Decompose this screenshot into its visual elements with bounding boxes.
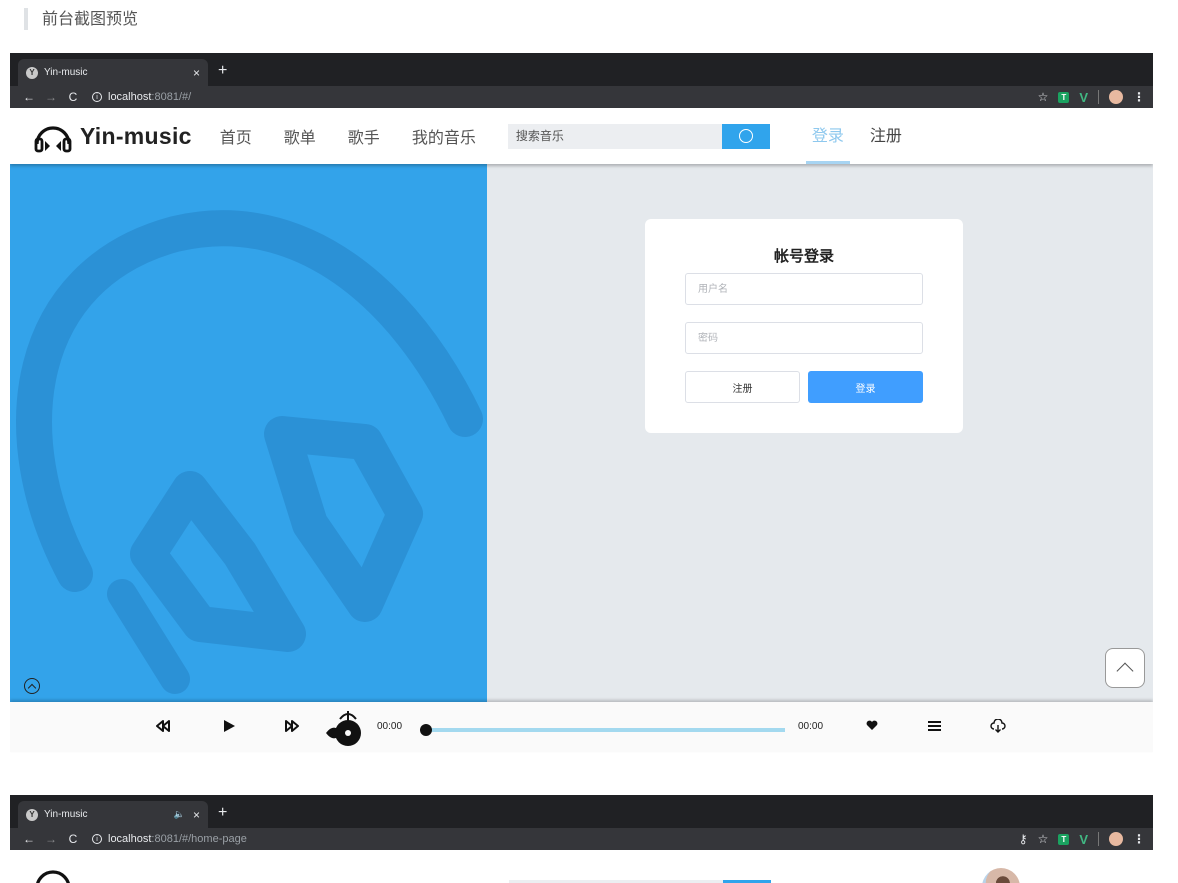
password-key-icon[interactable]: ⚷	[1019, 832, 1028, 846]
download-cloud-icon[interactable]	[990, 719, 1006, 733]
login-card: 帐号登录 注册 登录	[645, 219, 963, 433]
search-input[interactable]	[507, 123, 722, 149]
tab-title: Yin-music	[44, 67, 88, 78]
app-logo[interactable]: Yin-music	[32, 118, 192, 154]
search-box	[507, 123, 770, 149]
password-field[interactable]	[685, 322, 923, 354]
tab-close-icon[interactable]: ×	[193, 66, 200, 80]
app-logo[interactable]	[32, 862, 74, 883]
search-icon	[738, 129, 753, 143]
form-panel: 帐号登录 注册 登录	[487, 164, 1153, 702]
nav-singers[interactable]: 歌手	[348, 124, 380, 148]
new-tab-button[interactable]: +	[218, 61, 227, 81]
site-info-icon[interactable]: i	[92, 834, 102, 844]
previous-track-icon[interactable]	[156, 719, 170, 733]
yin-music-favicon-icon: Y	[26, 66, 38, 79]
headphones-watermark-icon	[16, 210, 483, 694]
total-time: 00:00	[798, 721, 824, 732]
nav-register[interactable]: 注册	[864, 108, 908, 164]
login-page: 帐号登录 注册 登录	[10, 164, 1153, 702]
next-track-icon[interactable]	[285, 719, 299, 733]
scroll-up-icon[interactable]	[24, 678, 40, 694]
tampermonkey-icon[interactable]: T	[1058, 833, 1070, 845]
current-time: 00:00	[377, 721, 403, 732]
vue-devtools-icon[interactable]: V	[1079, 90, 1088, 105]
toolbar-divider	[1098, 90, 1099, 104]
album-cover-icon[interactable]	[324, 707, 366, 749]
username-field[interactable]	[685, 273, 923, 305]
url-host: localhost	[108, 91, 152, 103]
site-info-icon[interactable]: i	[92, 92, 102, 102]
browser-window-home: Y Yin-music 🔈 × + ← → C i localhost :808…	[10, 795, 1153, 883]
user-avatar[interactable]	[982, 868, 1020, 883]
extensions-area: ☆ T V ⋮	[1038, 90, 1145, 105]
reload-icon[interactable]: C	[62, 90, 84, 104]
tab-close-icon[interactable]: ×	[193, 808, 200, 822]
progress-handle[interactable]	[420, 724, 432, 736]
nav-home[interactable]: 首页	[220, 124, 252, 148]
tab-title: Yin-music	[44, 809, 88, 820]
url-field[interactable]: i localhost :8081/#/home-page	[92, 833, 247, 845]
browser-menu-icon[interactable]: ⋮	[1133, 90, 1145, 104]
brand-panel	[10, 164, 487, 702]
progress-bar[interactable]	[427, 728, 785, 732]
new-tab-button[interactable]: +	[218, 803, 227, 823]
bookmark-star-icon[interactable]: ☆	[1038, 90, 1049, 104]
register-button[interactable]: 注册	[685, 371, 800, 403]
main-nav: 首页 歌单 歌手 我的音乐	[220, 124, 508, 148]
url-host: localhost	[108, 833, 152, 845]
forward-icon[interactable]: →	[40, 832, 62, 846]
browser-tab[interactable]: Y Yin-music 🔈 ×	[18, 801, 208, 828]
back-icon[interactable]: ←	[18, 832, 40, 846]
nav-login[interactable]: 登录	[805, 108, 850, 164]
tampermonkey-icon[interactable]: T	[1058, 91, 1070, 103]
reload-icon[interactable]: C	[62, 832, 84, 846]
browser-window-login: Y Yin-music × + ← → C i localhost :8081/…	[10, 53, 1153, 768]
address-bar: ← → C i localhost :8081/#/ ☆ T V ⋮	[10, 86, 1153, 108]
url-path: :8081/#/	[151, 91, 192, 103]
logo-text: Yin-music	[80, 122, 192, 149]
tab-strip: Y Yin-music 🔈 × +	[10, 795, 1153, 828]
headphones-logo-icon	[34, 126, 72, 153]
browser-tab[interactable]: Y Yin-music ×	[18, 59, 208, 86]
address-bar: ← → C i localhost :8081/#/home-page ⚷ ☆ …	[10, 828, 1153, 850]
browser-menu-icon[interactable]: ⋮	[1133, 832, 1145, 846]
extensions-area: ⚷ ☆ T V ⋮	[1019, 832, 1145, 847]
login-title: 帐号登录	[773, 247, 834, 265]
url-field[interactable]: i localhost :8081/#/	[92, 91, 191, 103]
headphones-logo-icon	[36, 870, 70, 883]
tab-strip: Y Yin-music × +	[10, 53, 1153, 86]
bookmark-star-icon[interactable]: ☆	[1038, 832, 1049, 846]
nav-my-music[interactable]: 我的音乐	[412, 124, 476, 148]
vue-devtools-icon[interactable]: V	[1079, 832, 1088, 847]
profile-avatar-icon[interactable]	[1109, 90, 1123, 104]
app-header-partial	[10, 850, 1153, 883]
heart-icon[interactable]	[866, 720, 878, 731]
app-header: Yin-music 首页 歌单 歌手 我的音乐 登录 注册	[10, 108, 1153, 164]
player-bar: 00:00 00:00	[10, 702, 1153, 752]
back-icon[interactable]: ←	[18, 90, 40, 104]
forward-icon[interactable]: →	[40, 90, 62, 104]
auth-links: 登录 注册	[805, 108, 922, 164]
page-heading: 前台截图预览	[24, 8, 138, 30]
play-icon[interactable]	[222, 719, 236, 733]
url-path: :8081/#/home-page	[151, 833, 247, 845]
search-button[interactable]	[721, 123, 770, 149]
login-button[interactable]: 登录	[808, 371, 923, 403]
profile-avatar-icon[interactable]	[1109, 832, 1123, 846]
toolbar-divider	[1098, 832, 1099, 846]
playlist-icon[interactable]	[928, 720, 941, 732]
tab-audio-icon[interactable]: 🔈	[174, 809, 185, 820]
yin-music-favicon-icon: Y	[26, 808, 38, 821]
nav-playlists[interactable]: 歌单	[284, 124, 316, 148]
back-to-top-button[interactable]	[1105, 648, 1145, 688]
